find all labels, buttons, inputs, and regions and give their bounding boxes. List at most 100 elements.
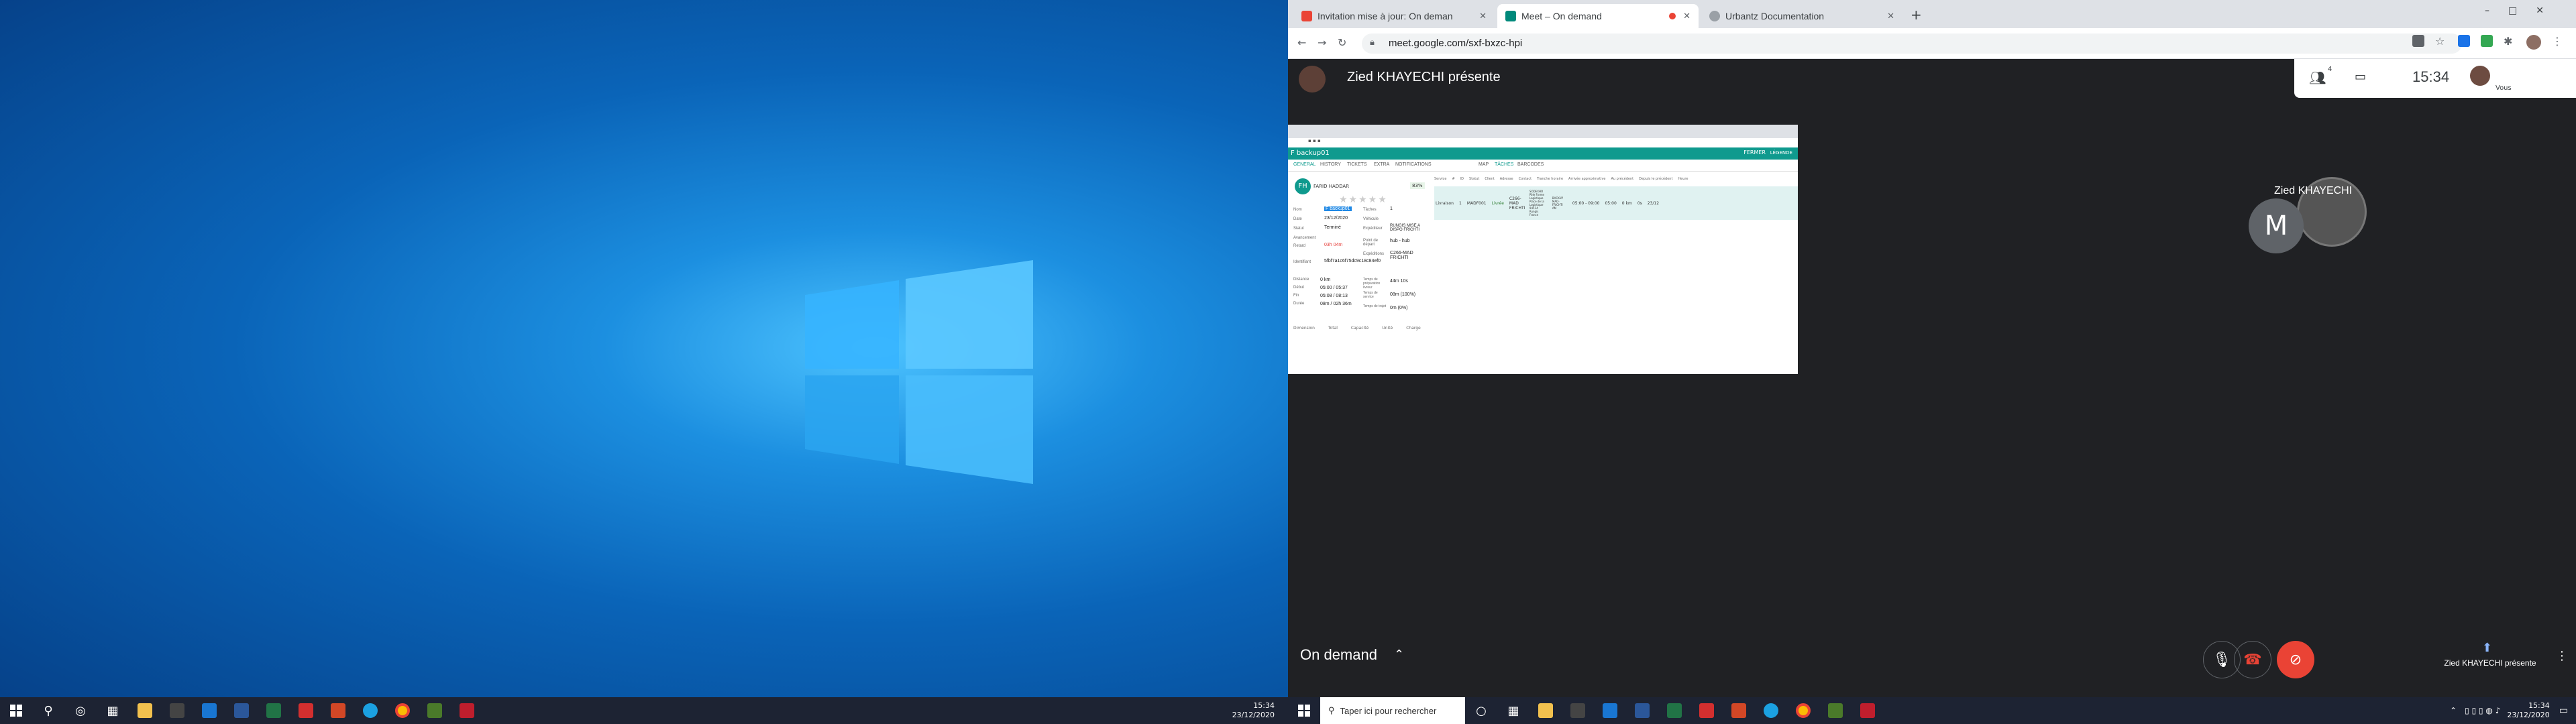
back-icon[interactable]: ←	[1297, 36, 1306, 49]
meeting-name[interactable]: On demand	[1300, 646, 1377, 664]
column-header: Adresse	[1499, 177, 1513, 181]
star-icon[interactable]: ☆	[2435, 35, 2447, 48]
more-options-icon[interactable]: ⋮	[2556, 649, 2568, 663]
camera-icon[interactable]	[2412, 35, 2424, 47]
table-cell: 0s	[1637, 200, 1642, 206]
reload-icon[interactable]: ↻	[1338, 36, 1346, 49]
task-view-icon[interactable]: ◎	[64, 697, 97, 724]
chevron-up-icon[interactable]: ⌃	[1394, 648, 1404, 662]
globe-icon	[1709, 11, 1720, 21]
store-icon[interactable]	[1562, 697, 1594, 724]
dimension-headers: Dimension Total Capacité Unité Charge	[1293, 326, 1428, 333]
shared-tab-notifications[interactable]: NOTIFICATIONS	[1395, 162, 1432, 167]
acrobat-icon[interactable]	[290, 697, 322, 724]
shared-tab-barcodes[interactable]: BARCODES	[1517, 162, 1544, 167]
puzzle-icon[interactable]: ✱	[2504, 35, 2516, 48]
shared-tab-taches[interactable]: TÂCHES	[1495, 162, 1513, 167]
chat-icon[interactable]: ▭	[2355, 70, 2366, 84]
clock-left[interactable]: 15:34 23/12/2020	[1232, 701, 1275, 720]
powerpoint-icon[interactable]	[1723, 697, 1755, 724]
edge-icon[interactable]	[1755, 697, 1787, 724]
clock-right[interactable]: 15:34 23/12/2020	[2507, 701, 2549, 720]
search-box[interactable]: ⚲ Taper ici pour rechercher	[1320, 697, 1465, 724]
search-icon[interactable]: ⚲	[32, 697, 64, 724]
excel-icon[interactable]	[1658, 697, 1690, 724]
tab-urbantz[interactable]: Urbantz Documentation ✕	[1701, 4, 1902, 28]
profile-avatar[interactable]	[2526, 35, 2541, 50]
field-label: Statut	[1293, 227, 1304, 231]
chrome-icon[interactable]	[1787, 697, 1819, 724]
filezilla-icon[interactable]	[451, 697, 483, 724]
start-button[interactable]	[0, 697, 32, 724]
table-cell: Livraison	[1436, 200, 1454, 206]
powerpoint-icon[interactable]	[322, 697, 354, 724]
mail-icon[interactable]	[1594, 697, 1626, 724]
acrobat-icon[interactable]	[1690, 697, 1723, 724]
camera-off-button[interactable]: ⊘	[2277, 641, 2314, 678]
file-explorer-icon[interactable]	[129, 697, 161, 724]
mail-icon[interactable]	[193, 697, 225, 724]
dimension-header: Capacité	[1350, 326, 1369, 330]
forward-icon[interactable]: →	[1318, 36, 1326, 49]
end-call-button[interactable]: ☎︎	[2234, 641, 2271, 678]
table-row[interactable]: Livraison 1 MADF001 Livrée C266-MAD FRIC…	[1434, 186, 1798, 220]
url-field[interactable]: meet.google.com/sxf-bxzc-hpi	[1362, 34, 2462, 54]
edge-icon[interactable]	[354, 697, 386, 724]
shared-tab-history[interactable]: HISTORY	[1320, 162, 1341, 167]
start-button[interactable]	[1288, 697, 1320, 724]
shared-tab-tickets[interactable]: TICKETS	[1347, 162, 1367, 167]
close-icon[interactable]: ✕	[1683, 11, 1690, 21]
present-icon[interactable]: ⬆︎	[2482, 641, 2492, 655]
tab-meet[interactable]: Meet – On demand ✕	[1497, 4, 1699, 28]
filezilla-icon[interactable]	[1851, 697, 1884, 724]
shared-fields-right: Tâches 1 Véhicule Expéditeur RUNGIS MISE…	[1363, 205, 1430, 269]
window-controls[interactable]: –□✕	[2485, 5, 2563, 16]
tab-gmail[interactable]: Invitation mise à jour: On deman ✕	[1293, 4, 1495, 28]
word-icon[interactable]	[1626, 697, 1658, 724]
field-label: Véhicule	[1363, 217, 1379, 221]
clock-time-right: 15:34	[2528, 701, 2550, 710]
shared-url-bar: ▪ ▪ ▪	[1288, 138, 1798, 147]
notification-icon[interactable]: ▭	[2559, 705, 2568, 716]
widgets-icon[interactable]: ▦	[97, 697, 129, 724]
table-cell: MADF001	[1466, 200, 1487, 206]
extension-icon[interactable]	[2481, 35, 2493, 47]
terminal-icon[interactable]	[1819, 697, 1851, 724]
taskbar-left: ⚲ ◎ ▦ 15:34 23/12/2020	[0, 697, 1288, 724]
task-view-icon[interactable]: ▦	[1497, 697, 1529, 724]
windows-logo	[805, 260, 1033, 484]
meet-top-panel: 👥︎ 4 ▭ 15:34 Vous	[2294, 59, 2576, 98]
chrome-icon[interactable]	[386, 697, 419, 724]
chevron-up-icon[interactable]: ⌃	[2450, 706, 2457, 715]
word-icon[interactable]	[225, 697, 258, 724]
menu-icon[interactable]: ⋮	[2552, 35, 2563, 50]
shared-tab-extra[interactable]: EXTRA	[1374, 162, 1389, 167]
extension-icon[interactable]	[2458, 35, 2470, 47]
driver-name: FARID HADDAR	[1313, 184, 1350, 189]
new-tab-button[interactable]: +	[1911, 7, 1922, 23]
terminal-icon[interactable]	[419, 697, 451, 724]
clock-date-left: 23/12/2020	[1232, 711, 1275, 719]
close-icon[interactable]: ✕	[1887, 11, 1894, 21]
tray-icons[interactable]: ▯ ▯ ▯ ◍ ♪	[2465, 706, 2500, 715]
file-explorer-icon[interactable]	[1529, 697, 1562, 724]
excel-icon[interactable]	[258, 697, 290, 724]
field-label: Retard	[1293, 244, 1306, 248]
participant-initial-avatar: M	[2249, 198, 2304, 253]
presenter-bar: Zied KHAYECHI présente 👥︎ 4 ▭ 15:34 Vous	[1288, 59, 2576, 99]
column-header: ID	[1460, 177, 1464, 181]
close-icon[interactable]: ✕	[1479, 11, 1487, 21]
presenting-label: Zied KHAYECHI présente	[2444, 658, 2536, 668]
shared-legend[interactable]: LÉGENDE	[1770, 150, 1792, 156]
participant-name: Zied KHAYECHI	[2274, 185, 2353, 196]
shared-close[interactable]: FERMER	[1743, 149, 1766, 156]
tab-label: Meet – On demand	[1521, 11, 1602, 21]
store-icon[interactable]	[161, 697, 193, 724]
shared-tab-general[interactable]: GENERAL	[1293, 162, 1316, 167]
people-icon[interactable]: 👥︎	[2309, 70, 2326, 86]
meet-icon	[1505, 11, 1516, 21]
field-value: 1	[1390, 206, 1393, 211]
column-header: #	[1452, 177, 1455, 181]
shared-tab-map[interactable]: MAP	[1479, 162, 1489, 167]
cortana-icon[interactable]: ○	[1465, 697, 1497, 724]
